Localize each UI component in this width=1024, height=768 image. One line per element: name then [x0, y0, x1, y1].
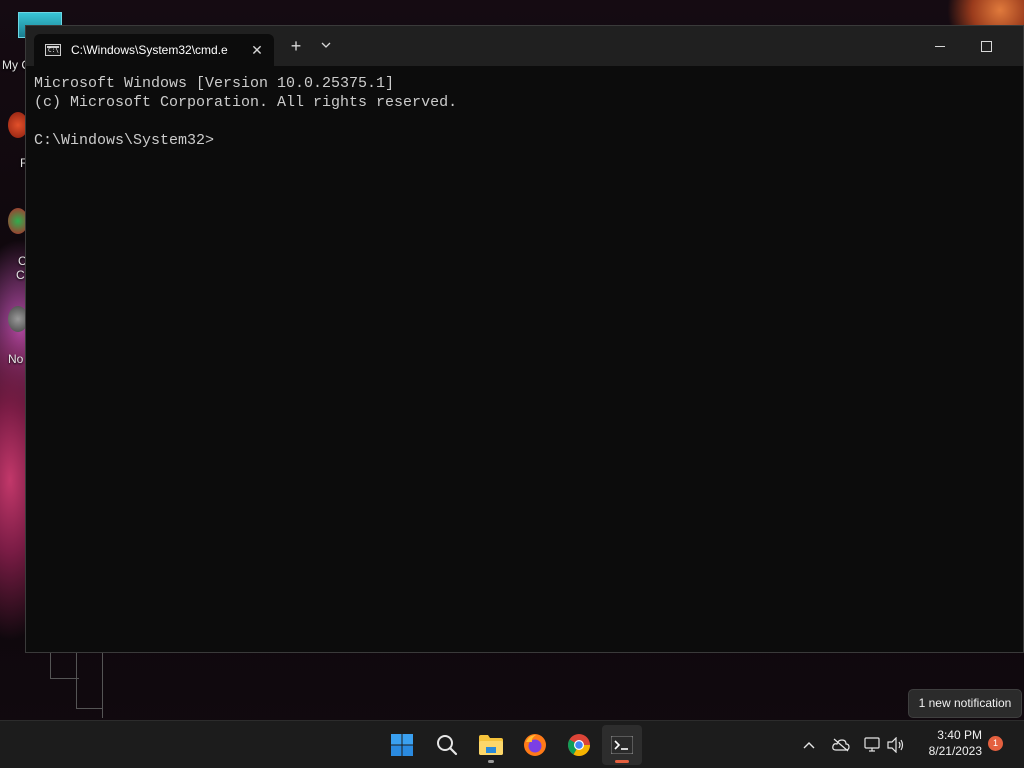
firefox-button[interactable]	[515, 725, 555, 765]
cloud-off-icon	[832, 738, 850, 752]
command-prompt[interactable]: C:\Windows\System32>	[34, 131, 1013, 150]
volume-tray-button[interactable]	[885, 735, 907, 755]
network-icon	[864, 737, 880, 752]
minimize-button[interactable]	[917, 36, 963, 56]
onedrive-tray-button[interactable]	[830, 735, 852, 755]
terminal-icon	[611, 736, 633, 754]
chrome-button[interactable]	[559, 725, 599, 765]
terminal-button[interactable]	[602, 725, 642, 765]
console-output[interactable]: Microsoft Windows [Version 10.0.25375.1]…	[34, 74, 1013, 642]
terminal-window[interactable]: C:\ C:\Windows\System32\cmd.e ✕ + Micros…	[25, 25, 1024, 653]
active-indicator	[615, 760, 629, 763]
clock-date: 8/21/2023	[928, 744, 982, 758]
notification-badge[interactable]: 1	[988, 736, 1003, 751]
firefox-icon	[524, 734, 546, 756]
running-indicator	[488, 760, 494, 763]
chevron-down-icon	[321, 42, 331, 48]
chrome-icon	[568, 734, 590, 756]
network-tray-button[interactable]	[862, 735, 884, 755]
console-line: Microsoft Windows [Version 10.0.25375.1]	[34, 75, 395, 92]
console-line: (c) Microsoft Corporation. All rights re…	[34, 94, 458, 111]
chevron-up-icon	[803, 742, 815, 749]
cmd-icon: C:\	[45, 44, 61, 56]
desktop-icon-label[interactable]: No	[8, 352, 23, 366]
clock[interactable]: 3:40 PM 8/21/2023	[916, 727, 982, 759]
file-explorer-button[interactable]	[471, 725, 511, 765]
tab-cmd[interactable]: C:\ C:\Windows\System32\cmd.e ✕	[34, 34, 274, 66]
folder-icon	[479, 735, 503, 755]
clock-time: 3:40 PM	[937, 728, 982, 742]
tab-dropdown-button[interactable]	[314, 36, 338, 56]
show-hidden-icons-button[interactable]	[798, 735, 820, 755]
search-button[interactable]	[427, 725, 467, 765]
volume-icon	[887, 737, 904, 753]
windows-logo-icon	[391, 734, 413, 756]
tab-title: C:\Windows\System32\cmd.e	[71, 43, 228, 57]
search-icon	[437, 735, 458, 756]
new-tab-button[interactable]: +	[284, 36, 308, 56]
notification-tooltip: 1 new notification	[908, 689, 1022, 718]
close-tab-button[interactable]: ✕	[247, 42, 267, 59]
minimize-icon	[935, 45, 945, 47]
title-bar[interactable]: C:\ C:\Windows\System32\cmd.e ✕ +	[26, 26, 1023, 66]
maximize-icon	[980, 40, 992, 52]
desktop-icon-label[interactable]: C	[16, 268, 25, 282]
maximize-button[interactable]	[963, 36, 1009, 56]
taskbar	[0, 720, 1024, 768]
start-button[interactable]	[382, 725, 422, 765]
